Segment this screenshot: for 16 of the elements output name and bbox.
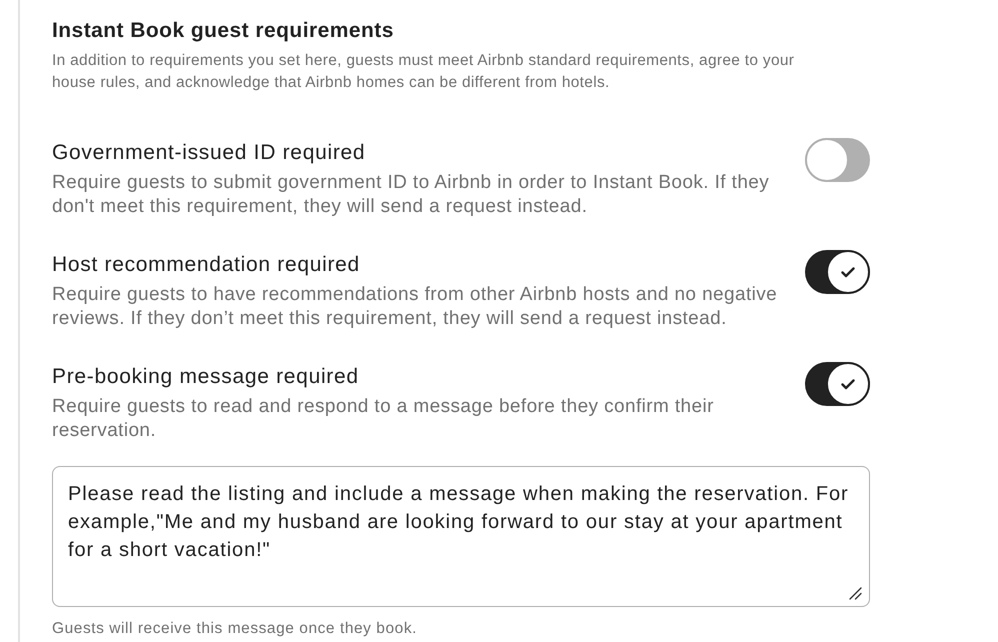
section-title: Instant Book guest requirements: [52, 18, 395, 44]
requirement-label: Host recommendation required: [52, 252, 361, 278]
check-icon: [841, 378, 855, 390]
requirement-description: Require guests to have recommendations from other Airbnb hosts and no negative reviews. If they don’t meet this requirement, they will send a request instead.: [52, 283, 778, 331]
toggle-switch[interactable]: [805, 138, 870, 182]
toggle-switch[interactable]: [805, 250, 870, 294]
check-icon: [841, 266, 855, 278]
helper-text: Guests will receive this message once they book.: [52, 619, 418, 639]
toggle-switch[interactable]: [805, 362, 870, 406]
message-field[interactable]: Please read the listing and include a message when making the reservation. For example,"Me and my husband are looking forward to our stay at your apartment for a short vacation!": [52, 466, 870, 607]
requirement-description: Require guests to read and respond to a message before they confirm their reservation.: [52, 395, 715, 443]
requirement-description: Require guests to submit government ID to Airbnb in order to Instant Book. If they don't meet this requirement, they will send a request instead.: [52, 171, 770, 219]
requirement-label: Government-issued ID required: [52, 140, 366, 166]
section-description: In addition to requirements you set here, guests must meet Airbnb standard requirements, agree to your house rules, and acknowledge that Airbnb homes can be different from hotels.: [52, 51, 796, 93]
resize-handle-icon[interactable]: [849, 587, 862, 600]
requirement-label: Pre-booking message required: [52, 364, 360, 390]
